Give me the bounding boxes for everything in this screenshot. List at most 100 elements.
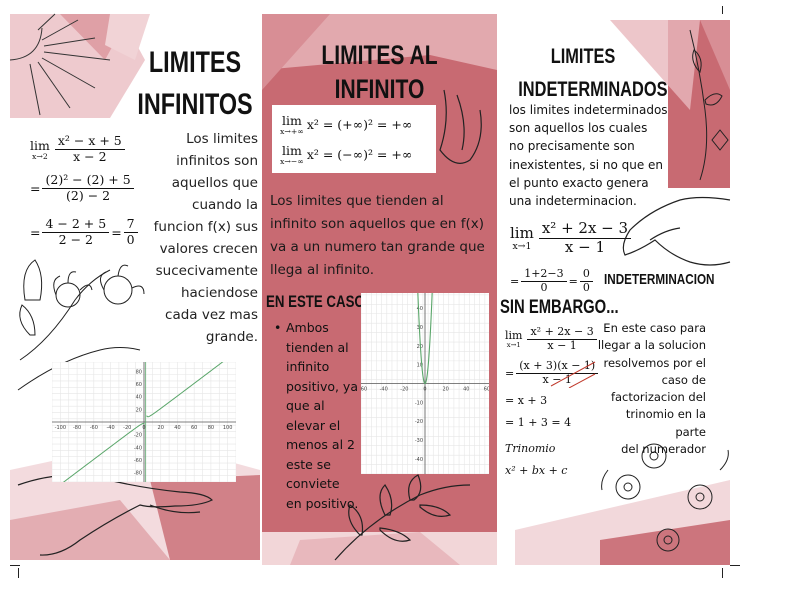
y-tick-label: -80 — [134, 471, 142, 477]
left-body-line: infinitos son — [176, 153, 258, 169]
middle-title: LIMITES AL INFINITO — [321, 40, 438, 104]
limit-operator: lim x→2 — [30, 137, 50, 161]
x-tick-label: 20 — [442, 387, 448, 393]
x-tick-label: -40 — [106, 425, 114, 431]
case-heading: EN ESTE CASO: — [266, 292, 370, 311]
fraction: x² + 2x − 3x − 1 — [538, 220, 632, 256]
right-note-text: En este caso para llegar a la solucion r… — [594, 320, 706, 458]
x-tick-label: 40 — [174, 425, 180, 431]
graph-rational-function: -100 -80 -60 -40 -20 0 20 40 60 80 10080604020-20-… — [52, 362, 236, 482]
y-tick-label: 60 — [136, 382, 142, 388]
left-body-text: Los limites infinitos son aquellos que c… — [130, 128, 258, 348]
bullet-line: tienden al — [286, 339, 349, 355]
left-example-line1: lim x→2 x² − x + 5x − 2 — [30, 132, 140, 166]
right-intro-line: inexistentes, si no que en — [509, 157, 664, 172]
limit-operator: lim x→+∞ — [280, 112, 304, 136]
left-body-line: cada vez mas — [165, 307, 258, 323]
fraction: 00 — [579, 267, 593, 294]
right-title-line1: LIMITES — [550, 45, 616, 68]
fraction: (2)² − (2) + 5 (2) − 2 — [42, 172, 134, 203]
trinomio-label: Trinomio — [505, 442, 556, 455]
right-note-line: resolvemos por el — [603, 355, 706, 370]
x-tick-label: -100 — [55, 425, 66, 431]
left-example: lim x→2 x² − x + 5x − 2 = (2)² − (2) + 5(… — [30, 132, 140, 254]
crop-mark — [722, 6, 723, 14]
left-example-line3: = 4 − 2 + 52 − 2 = 70 — [30, 210, 140, 254]
bullet-line: conviete — [286, 476, 340, 491]
y-tick-label: -20 — [415, 419, 423, 425]
limit-minus-infinity: lim x→−∞ x² = (−∞)² = +∞ — [280, 142, 413, 166]
y-tick-label: -40 — [134, 445, 142, 451]
left-body-line: cuando la — [192, 197, 258, 213]
x-tick-label: -20 — [400, 387, 408, 393]
bullet-line: infinito — [286, 359, 330, 374]
right-note-line: llegar a la solucion — [597, 338, 706, 353]
y-tick-label: -10 — [415, 400, 423, 406]
left-body-line: grande. — [205, 329, 258, 345]
x-tick-label: 0 — [142, 425, 145, 431]
right-note-line: caso de — [661, 372, 706, 387]
right-intro-text: los limites indeterminados son aquellos … — [509, 101, 669, 210]
x-tick-label: -60 — [361, 387, 367, 393]
y-tick-label: 40 — [417, 306, 423, 312]
limit-operator: lim x→1 — [510, 224, 534, 253]
limit-plus-infinity: lim x→+∞ x² = (+∞)² = +∞ — [280, 112, 413, 136]
bullet-dot: • — [274, 320, 282, 335]
fraction: 4 − 2 + 52 − 2 — [42, 216, 110, 247]
right-note-line: trinomio en la parte — [625, 407, 706, 439]
indeterminate-limit: lim x→1 x² + 2x − 3x − 1 — [510, 216, 633, 260]
y-tick-label: -20 — [134, 433, 142, 439]
middle-paragraph: Los limites que tienden al infinito son … — [270, 193, 485, 278]
graph-parabola: -60-40-20020406040302010-10-20-30-40 — [361, 293, 489, 474]
left-title-line2: INFINITOS — [137, 88, 253, 121]
limit-operator: lim x→1 — [505, 329, 523, 350]
bullet-line: menos al 2 — [286, 437, 355, 452]
right-intro-line: el punto exacto genera — [509, 175, 649, 190]
cancel-strike — [550, 361, 596, 388]
y-tick-label: 20 — [136, 407, 142, 413]
right-intro-line: una indeterminacion. — [509, 194, 637, 209]
bullet-line: este se — [286, 456, 331, 472]
solution-line3: = x + 3 — [505, 394, 548, 407]
right-intro-line: no precisamente son — [509, 139, 635, 154]
right-intro-line: los limites indeterminados — [509, 103, 668, 117]
middle-limits-box: lim x→+∞ x² = (+∞)² = +∞ lim x→−∞ x² = (−∞… — [272, 105, 436, 173]
y-tick-label: 80 — [136, 369, 142, 375]
solution-steps: lim x→1 x² + 2x − 3x − 1 = (x + 3)(x − 1)… — [505, 322, 600, 482]
sin-embargo-heading: SIN EMBARGO... — [500, 297, 619, 318]
limit-operator: lim x→−∞ — [280, 142, 304, 166]
fraction: x² + 2x − 3x − 1 — [527, 325, 597, 352]
left-body-line: sucecivamente — [155, 263, 258, 279]
fraction: x² − x + 5x − 2 — [54, 133, 125, 164]
case-bullet: • Ambos tienden al infinito positivo, ya… — [272, 318, 362, 513]
crop-mark — [10, 565, 20, 566]
solution-line4: = 1 + 3 = 4 — [505, 416, 572, 429]
x-tick-label: 20 — [158, 425, 164, 431]
x-tick-label: 100 — [223, 425, 233, 431]
bullet-line: Ambos — [286, 320, 329, 335]
crop-mark — [722, 568, 723, 578]
x-tick-label: -40 — [380, 387, 388, 393]
solution-line2: = (x + 3)(x − 1) x − 1 — [505, 356, 600, 390]
bullet-line: elevar el — [286, 417, 341, 433]
indeterminacion-label: INDETERMINACION — [604, 271, 715, 288]
right-note-line: factorizacion del — [610, 390, 706, 405]
y-tick-label: -60 — [134, 458, 142, 464]
left-body-line: funcion f(x) sus — [153, 219, 258, 235]
left-body-line: valores crecen — [159, 241, 258, 257]
right-note-line: En este caso para — [603, 321, 706, 335]
right-note-line: del numerador — [621, 442, 706, 457]
x-tick-label: 80 — [208, 425, 214, 431]
left-title-line1: LIMITES — [148, 46, 242, 79]
y-tick-label: 40 — [136, 395, 142, 401]
y-tick-label: -40 — [415, 457, 423, 463]
bullet-line: en positivo. — [286, 495, 359, 511]
bullet-line: que al — [286, 398, 325, 413]
x-tick-label: 40 — [463, 387, 469, 393]
x-tick-label: -20 — [123, 425, 131, 431]
left-title: LIMITES INFINITOS — [129, 42, 262, 126]
solution-line1: lim x→1 x² + 2x − 3x − 1 — [505, 322, 600, 356]
trinomio-expression: x² + bx + c — [505, 464, 568, 477]
x-tick-label: 60 — [484, 387, 489, 393]
left-example-line2: = (2)² − (2) + 5 (2) − 2 — [30, 166, 140, 210]
